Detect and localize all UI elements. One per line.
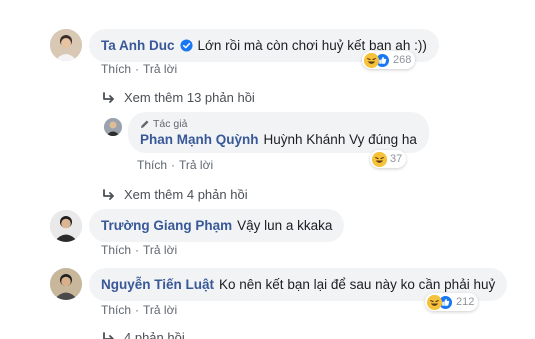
commenter-name[interactable]: Ta Anh Duc: [101, 38, 175, 53]
reply-link[interactable]: Trả lời: [143, 303, 177, 317]
reply-link[interactable]: Trả lời: [179, 158, 213, 172]
view-more-replies-link[interactable]: Xem thêm 13 phản hồi: [103, 90, 255, 105]
commenter-name[interactable]: Trường Giang Phạm: [101, 218, 232, 233]
separator: ·: [135, 303, 140, 317]
reply-arrow-icon: [103, 92, 114, 103]
avatar-ta-anh-duc[interactable]: [50, 29, 82, 61]
view-more-replies-link[interactable]: Xem thêm 4 phản hồi: [103, 187, 248, 202]
reply-bubble: Tác giả Phan Mạnh Quỳnh Huỳnh Khánh Vy đ…: [128, 112, 429, 153]
author-badge-label: Tác giả: [153, 118, 188, 130]
comment-text: Vậy lun a kkaka: [237, 218, 333, 233]
like-link[interactable]: Thích: [101, 243, 131, 257]
reaction-count: 268: [393, 54, 412, 66]
comment-actions: Thích · Trả lời: [101, 303, 177, 317]
separator: ·: [171, 158, 176, 172]
comment-text: Huỳnh Khánh Vy đúng ha: [263, 132, 417, 147]
reply-link[interactable]: Trả lời: [143, 243, 177, 257]
haha-reaction-icon: [372, 151, 387, 167]
reply-arrow-icon: [103, 189, 114, 200]
like-link[interactable]: Thích: [101, 62, 131, 76]
comment-bubble: Trường Giang Phạm Vậy lun a kkaka: [89, 209, 345, 242]
reaction-summary[interactable]: 268: [362, 51, 416, 69]
like-link[interactable]: Thích: [137, 158, 167, 172]
separator: ·: [135, 243, 140, 257]
comment-actions: Thích · Trả lời: [101, 62, 177, 76]
avatar-nguyen-tien-luat[interactable]: [50, 268, 82, 300]
comment-text: Ko nên kết bạn lại để sau này ko cần phả…: [219, 277, 496, 292]
reply-link[interactable]: Trả lời: [143, 62, 177, 76]
view-more-replies-link[interactable]: 4 phản hồi: [103, 330, 185, 339]
reply-actions: Thích · Trả lời: [137, 158, 213, 172]
verified-badge-icon: [179, 39, 193, 52]
view-more-replies-label: 4 phản hồi: [124, 330, 185, 339]
commenter-name[interactable]: Nguyễn Tiến Luật: [101, 277, 214, 292]
comment-actions: Thích · Trả lời: [101, 243, 177, 257]
like-link[interactable]: Thích: [101, 303, 131, 317]
author-badge: Tác giả: [140, 118, 187, 130]
commenter-name[interactable]: Phan Mạnh Quỳnh: [140, 132, 259, 147]
avatar-phan-manh-quynh[interactable]: [104, 118, 122, 136]
view-more-replies-label: Xem thêm 4 phản hồi: [124, 187, 248, 202]
haha-reaction-icon: [427, 294, 442, 310]
pencil-icon: [141, 120, 149, 128]
separator: ·: [135, 62, 140, 76]
reply-arrow-icon: [103, 332, 114, 339]
haha-reaction-icon: [364, 52, 379, 68]
reaction-count: 37: [390, 153, 403, 165]
reaction-count: 212: [456, 296, 475, 308]
reaction-summary[interactable]: 212: [425, 293, 479, 311]
view-more-replies-label: Xem thêm 13 phản hồi: [124, 90, 255, 105]
avatar-truong-giang-pham[interactable]: [50, 210, 82, 242]
reaction-summary[interactable]: 37: [370, 150, 407, 168]
